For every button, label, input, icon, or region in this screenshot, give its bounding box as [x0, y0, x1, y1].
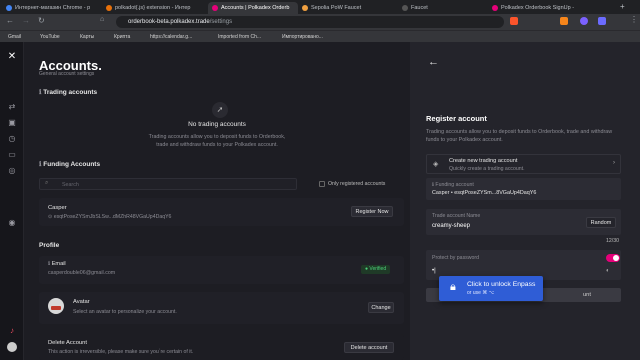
bookmark-item[interactable]: Imported from Ch...	[218, 34, 261, 40]
email-row: ℹ Email casperdouble06@gmail.com ● Verif…	[39, 256, 404, 284]
only-registered-label: Only registered accounts	[328, 181, 386, 187]
bookmark-item[interactable]: YouTube	[40, 34, 60, 40]
page-subtitle: General account settings	[39, 71, 95, 77]
notification-icon[interactable]: ♪	[7, 326, 17, 336]
chevron-right-icon: ›	[613, 160, 615, 166]
extension-icon[interactable]	[598, 17, 606, 25]
browser-tab[interactable]: Polkadex Orderbook SignUp -	[488, 2, 618, 14]
nav-rail: ✕ ⇄ ▣ ◷ ▭ ◎ ◉ ♪	[0, 42, 24, 360]
tab-favicon-icon	[212, 5, 218, 11]
account-address: ⊙ esqtPoseZYSmJbSLSw...dMZhR48VGaUp4DaqY…	[48, 214, 172, 220]
browser-tab[interactable]: Faucet	[398, 2, 488, 14]
brave-shield-icon[interactable]	[510, 17, 518, 25]
theme-icon[interactable]: ◉	[7, 218, 17, 228]
reload-icon[interactable]: ↻	[38, 16, 45, 25]
chat-icon[interactable]: ▭	[7, 150, 17, 160]
swap-icon[interactable]: ⇄	[7, 102, 17, 112]
delete-account-row: Delete Account This action is irreversib…	[39, 334, 404, 360]
avatar	[48, 298, 64, 314]
browser-tab[interactable]: Интернет-магазин Chrome - p	[2, 2, 102, 14]
register-desc: Trading accounts allow you to deposit fu…	[426, 129, 613, 143]
back-icon[interactable]: ←	[6, 16, 14, 25]
profile-heading: Profile	[39, 242, 60, 249]
account-name-input[interactable]: creamy-sheep	[432, 223, 470, 229]
delete-label: Delete Account	[48, 340, 87, 346]
empty-state-title: No trading accounts	[188, 121, 246, 128]
bookmark-item[interactable]: Импортировано...	[282, 34, 323, 40]
avatar[interactable]	[7, 342, 17, 352]
empty-state-text: trade and withdraw funds to your Polkade…	[156, 142, 278, 148]
enpass-shortcut: or use ⌘ ⌥	[467, 290, 495, 296]
browser-tabbar: Интернет-магазин Chrome - p polkadot{.js…	[0, 0, 640, 14]
bookmark-item[interactable]: https://calendar.g...	[150, 34, 192, 40]
create-trading-account-option[interactable]: ◈ Create new trading account Quickly cre…	[426, 154, 621, 174]
tab-favicon-icon	[6, 5, 12, 11]
browser-tab-active[interactable]: Accounts | Polkadex Orderb	[208, 2, 298, 14]
avatar-label: Avatar	[73, 299, 90, 305]
name-char-counter: 12/30	[606, 238, 619, 244]
empty-state-text: Trading accounts allow you to deposit fu…	[148, 134, 286, 140]
new-tab-icon[interactable]: +	[620, 2, 625, 11]
verified-badge: ● Verified	[361, 265, 391, 274]
extension-icon[interactable]	[580, 17, 588, 25]
polkadex-logo-icon[interactable]: ✕	[7, 52, 17, 62]
history-icon[interactable]: ◷	[7, 134, 17, 144]
wallet-icon[interactable]: ▣	[7, 118, 17, 128]
back-arrow-icon[interactable]: ←	[428, 56, 439, 68]
browser-tab[interactable]: Sepolia PoW Faucet	[298, 2, 398, 14]
avatar-desc: Select an avatar to personalize your acc…	[73, 309, 177, 315]
random-name-button[interactable]: Random	[586, 217, 616, 228]
tab-favicon-icon	[492, 5, 498, 11]
eye-icon[interactable]: ◐	[606, 268, 610, 274]
tab-favicon-icon	[402, 5, 408, 11]
metamask-icon[interactable]	[560, 17, 568, 25]
trading-accounts-heading: ℹ Trading accounts	[39, 89, 98, 96]
email-value: casperdouble06@gmail.com	[48, 270, 116, 276]
password-toggle[interactable]	[606, 254, 620, 262]
account-name: Casper	[48, 205, 67, 211]
bookmark-star-icon[interactable]: ⌂	[100, 16, 104, 23]
delete-desc: This action is irreversible, please make…	[48, 349, 194, 355]
avatar-row: Avatar Select an avatar to personalize y…	[39, 292, 404, 324]
delete-account-button[interactable]: Delete account	[344, 342, 394, 353]
bookmark-item[interactable]: Карты	[80, 34, 94, 40]
funding-account-field[interactable]: ℹ Funding account Casper • esqtPoseZYSm.…	[426, 178, 621, 200]
bookmarks-bar: Gmail YouTube Карты Криптa https://calen…	[0, 30, 640, 42]
menu-icon[interactable]: ⋮	[630, 15, 638, 24]
cursor-arrow-icon: ➚	[212, 102, 228, 118]
register-title: Register account	[426, 114, 487, 123]
funding-accounts-heading: ℹ Funding Accounts	[39, 161, 101, 168]
enpass-title: Click to unlock Enpass	[467, 281, 536, 288]
register-now-button[interactable]: Register Now	[351, 206, 393, 217]
change-avatar-button[interactable]: Change	[368, 302, 394, 313]
enpass-unlock-popup[interactable]: 🔒︎ Click to unlock Enpass or use ⌘ ⌥	[439, 276, 543, 301]
browser-tab[interactable]: polkadot{.js} extension - Интер	[102, 2, 208, 14]
search-input[interactable]: ⌕ Search	[39, 178, 297, 190]
search-icon: ⌕	[45, 180, 49, 186]
settings-panel: Accounts. General account settings ℹ Tra…	[24, 42, 410, 360]
lock-icon: 🔒︎	[450, 281, 456, 293]
register-account-panel: ← Register account Trading accounts allo…	[410, 42, 640, 360]
tab-favicon-icon	[302, 5, 308, 11]
bookmark-item[interactable]: Криптa	[114, 34, 130, 40]
forward-icon[interactable]: →	[22, 16, 30, 25]
funding-account-row: Casper ⊙ esqtPoseZYSmJbSLSw...dMZhR48VGa…	[39, 198, 404, 226]
password-input[interactable]: •|	[432, 268, 436, 274]
address-bar-row: ← → ↻ ⌂ orderbook-beta.polkadex.trade/se…	[0, 14, 640, 30]
trade-account-name-field[interactable]: Trade account Name creamy-sheep Random	[426, 209, 621, 235]
account-icon: ◈	[433, 161, 439, 168]
bookmark-item[interactable]: Gmail	[8, 34, 21, 40]
url-input[interactable]: orderbook-beta.polkadex.trade/settings	[116, 16, 504, 28]
email-label: ℹ Email	[48, 261, 66, 267]
tab-favicon-icon	[106, 5, 112, 11]
app: ✕ ⇄ ▣ ◷ ▭ ◎ ◉ ♪ Accounts. General accoun…	[0, 42, 640, 360]
only-registered-checkbox[interactable]	[319, 181, 325, 187]
help-icon[interactable]: ◎	[7, 166, 17, 176]
